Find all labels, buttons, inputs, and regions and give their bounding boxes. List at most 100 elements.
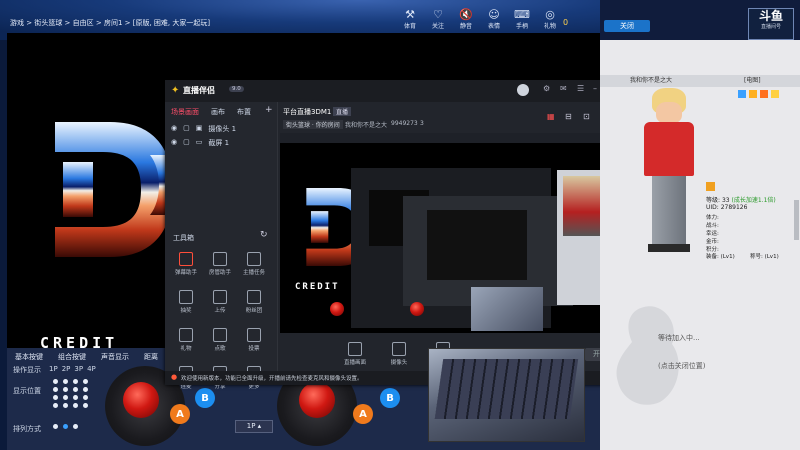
tool-song[interactable]: 点歌 <box>205 328 235 352</box>
menu-icon[interactable]: ☰ <box>577 84 584 93</box>
tool-fans[interactable]: 粉丝团 <box>239 290 269 314</box>
app-logo-icon: ✦ <box>171 85 180 96</box>
scrollbar[interactable] <box>794 200 799 240</box>
tool-admin[interactable]: 房管助手 <box>205 252 235 276</box>
avatar[interactable] <box>517 84 529 96</box>
button-b-right[interactable]: B <box>380 388 400 408</box>
preview-top-strip <box>280 133 632 143</box>
tool-lottery[interactable]: 抽奖 <box>171 290 201 314</box>
equip-left: 装备: (Lv1) <box>706 254 735 260</box>
position-dot-grid[interactable] <box>53 379 90 408</box>
popularity-icon[interactable]: ▦ <box>547 112 555 121</box>
tab-basic-keys[interactable]: 基本按键 <box>15 352 43 362</box>
room-user: 我和你不是之大 <box>345 122 388 129</box>
tab-combo-keys[interactable]: 组合按键 <box>58 352 86 362</box>
tool-camera[interactable]: 摄像头 <box>384 342 414 366</box>
keyboard-keys <box>434 359 579 419</box>
preview-joystick-ball-2 <box>410 302 424 316</box>
character-avatar <box>634 88 704 254</box>
eye-icon[interactable]: ◉ <box>171 138 177 148</box>
room-title: 平台直播3DM1 <box>283 108 332 116</box>
top-item-3[interactable]: ☺ 表情 <box>482 4 506 30</box>
breadcrumb[interactable]: 游戏 > 街头篮球 > 自由区 > 房间1 > [原版, 困难, 大家一起玩] <box>10 18 210 28</box>
face-icon: ☺ <box>488 8 500 21</box>
app-sidebar: 场景画面 画布 布置 + ◉ ▢ ▣ 摄像头 1 ◉ ▢ ▭ 截屏 1 工具箱 ↻ 弹幕… <box>165 102 278 390</box>
player-select[interactable]: 1P ▴ <box>235 420 273 433</box>
tools-refresh-icon[interactable]: ↻ <box>260 230 268 240</box>
app-version: 9.0 <box>229 86 244 92</box>
add-source-icon[interactable]: + <box>265 105 273 115</box>
app-brand: 直播伴侣 <box>183 86 215 95</box>
close-seat-hint[interactable]: (点击关闭位置) <box>658 361 705 371</box>
level-row: 等级: 33 (成长加速1.1倍) <box>706 197 776 204</box>
controls-tabs: 基本按键 组合按键 声音显示 距离 <box>15 352 158 362</box>
room-category[interactable]: 街头篮球 · 你的房间 <box>283 120 343 129</box>
monitor-icon: ▭ <box>195 138 203 146</box>
close-toggle-button[interactable]: 关闭 <box>604 20 650 32</box>
top-item-0[interactable]: ⚒ 体育 <box>398 4 422 30</box>
top-item-2[interactable]: 🔇 静音 <box>454 4 478 30</box>
gift-box-icon[interactable]: ⊟ <box>565 112 572 121</box>
tool-danmaku[interactable]: 弹幕助手 <box>171 252 201 276</box>
badge-icon <box>738 90 746 98</box>
joystick-ball-left[interactable] <box>123 382 159 418</box>
lock-icon[interactable]: ▢ <box>183 124 190 134</box>
top-item-5[interactable]: ◎ 礼物 <box>538 4 562 30</box>
tool-live-view[interactable]: 直播画面 <box>340 342 370 366</box>
room-tag: 直播 <box>333 107 352 116</box>
mute-icon: 🔇 <box>459 8 473 21</box>
stream-app-window: ✦ 直播伴侣 9.0 ⚙ ✉ ☰ – □ ✕ 场景画面 画布 布置 + ◉▢▣ … <box>165 80 635 390</box>
mail-icon[interactable]: ✉ <box>560 84 567 93</box>
notice-text[interactable]: 欢迎使用新版本，功能已全面升级，开播前请先检查麦克风和摄像头设置。 <box>181 374 363 382</box>
top-icon-row: ⚒ 体育 ♡ 关注 🔇 静音 ☺ 表情 ⌨ 手柄 ◎ 礼物 <box>398 4 562 30</box>
song-icon <box>213 328 227 342</box>
coin-icon: ◎ <box>545 8 555 21</box>
button-b-left[interactable]: B <box>195 388 215 408</box>
preview-joystick-ball <box>330 302 344 316</box>
minimize-icon[interactable]: – <box>593 84 597 93</box>
button-a-right[interactable]: A <box>353 404 373 424</box>
position-label: 显示位置 <box>13 387 41 395</box>
room-id: 9949273 <box>391 120 418 127</box>
tools-grid: 弹幕助手 房管助手 主播任务 抽奖 上传 粉丝团 礼物 点歌 投票 连麦 分享 … <box>171 252 273 390</box>
camera-icon: ▣ <box>195 124 203 132</box>
fans-icon <box>247 290 261 304</box>
level-icon <box>706 182 715 191</box>
tool-gift[interactable]: 礼物 <box>171 328 201 352</box>
sidebar-tabs: 场景画面 画布 布置 <box>171 107 251 117</box>
player-4p[interactable]: 4P <box>87 365 96 373</box>
tab-distance[interactable]: 距离 <box>144 352 158 362</box>
record-icon[interactable]: ⊡ <box>583 112 590 121</box>
source-item-screen[interactable]: ◉ ▢ ▭ 截屏 1 <box>171 138 229 148</box>
player-3p[interactable]: 3P <box>74 365 83 373</box>
gear-icon[interactable]: ⚙ <box>543 84 550 93</box>
nested-preview-2 <box>427 210 527 280</box>
preview-credit: CREDIT <box>295 282 340 292</box>
hammer-icon: ⚒ <box>405 8 415 21</box>
tab-sound-display[interactable]: 声音显示 <box>101 352 129 362</box>
eye-icon[interactable]: ◉ <box>171 124 177 134</box>
tool-task[interactable]: 主播任务 <box>239 252 269 276</box>
tool-vote[interactable]: 投票 <box>239 328 269 352</box>
button-a-left[interactable]: A <box>170 404 190 424</box>
coin-count: 0 <box>563 18 569 27</box>
joystick-ball-right[interactable] <box>299 382 335 418</box>
top-item-1[interactable]: ♡ 关注 <box>426 4 450 30</box>
tools-label: 工具箱 <box>173 234 194 242</box>
tab-canvas[interactable]: 画布 <box>211 107 225 117</box>
source-item-camera[interactable]: ◉ ▢ ▣ 摄像头 1 <box>171 124 236 134</box>
top-item-4[interactable]: ⌨ 手柄 <box>510 4 534 30</box>
camera-icon <box>392 342 406 356</box>
display-label: 操作显示 <box>13 366 41 374</box>
badge-icon <box>771 90 779 98</box>
player-1p[interactable]: 1P <box>49 365 58 373</box>
tool-upload[interactable]: 上传 <box>205 290 235 314</box>
equip-right: 称号: (Lv1) <box>750 254 779 260</box>
tab-scene[interactable]: 场景画面 <box>171 107 199 117</box>
lock-icon[interactable]: ▢ <box>183 138 190 148</box>
player-2p[interactable]: 2P <box>62 365 71 373</box>
arrange-options[interactable] <box>53 424 78 429</box>
right-header: 关闭 斗鱼 直播间号 9949273 <box>600 0 800 54</box>
admin-icon <box>213 252 227 266</box>
tab-layout[interactable]: 布置 <box>237 107 251 117</box>
